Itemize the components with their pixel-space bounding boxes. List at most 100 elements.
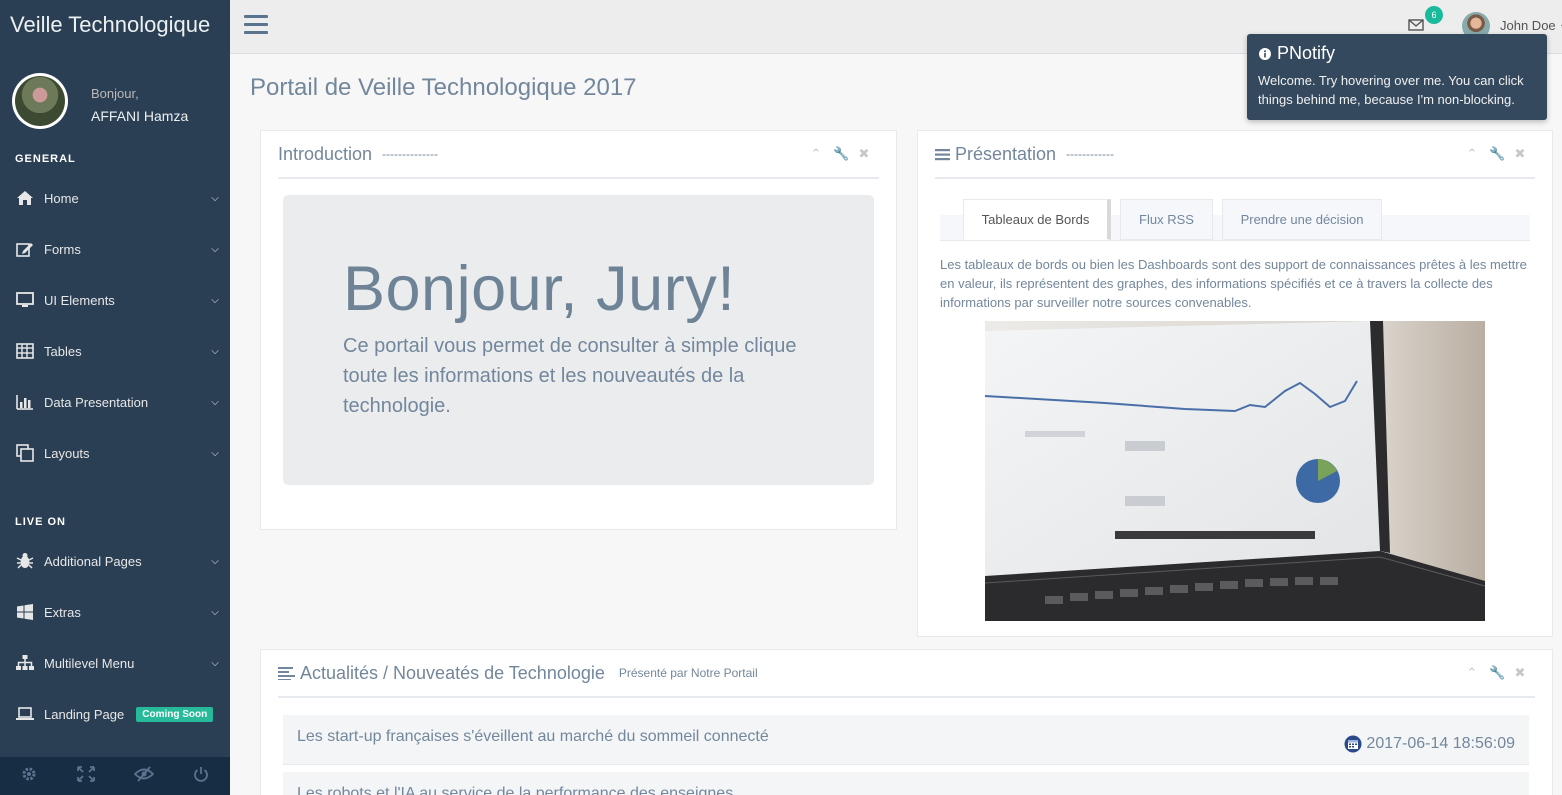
dashboard-laptop-image: [985, 321, 1485, 621]
app-title[interactable]: Veille Technologique: [0, 0, 230, 54]
sidebar-item-label: Multilevel Menu: [44, 655, 135, 671]
sidebar: Veille Technologique Bonjour, AFFANI Ham…: [0, 0, 230, 795]
intro-text: Ce portail vous permet de consulter à si…: [343, 335, 797, 417]
panel-title: Présentation: [955, 143, 1057, 164]
profile-block: Bonjour, AFFANI Hamza: [12, 73, 222, 133]
home-icon: [14, 190, 36, 206]
panel-subtitle: Présenté par Notre Portail: [618, 666, 758, 680]
power-icon: [193, 766, 209, 787]
panel-tools: ⌃ 🔧 ✖: [1465, 665, 1527, 681]
panel-header: Introduction -------------- ⌃ 🔧 ✖: [278, 131, 879, 179]
coming-soon-badge: Coming Soon: [136, 706, 214, 722]
sidebar-item-forms[interactable]: Forms ⌵: [0, 229, 230, 269]
sidebar-item-label: Data Presentation: [44, 394, 149, 410]
sidebar-item-layouts[interactable]: Layouts ⌵: [0, 433, 230, 473]
windows-icon: [14, 604, 36, 620]
sidebar-item-label: Landing Page: [44, 706, 125, 722]
desktop-icon: [14, 292, 36, 308]
collapse-icon[interactable]: ⌃: [1465, 665, 1479, 681]
list-item[interactable]: Les robots et l'IA au service de la perf…: [283, 772, 1529, 795]
sidebar-footer: [0, 757, 230, 795]
tab-flux-rss[interactable]: Flux RSS: [1120, 199, 1213, 240]
user-menu[interactable]: John Doe ▼: [1500, 18, 1562, 33]
close-icon[interactable]: ✖: [1513, 146, 1527, 162]
sidebar-item-multilevel-menu[interactable]: Multilevel Menu ⌵: [0, 643, 230, 683]
table-icon: [14, 343, 36, 359]
news-title[interactable]: Les robots et l'IA au service de la perf…: [297, 785, 733, 795]
chevron-down-icon: ⌵: [211, 345, 219, 357]
lock-button[interactable]: [115, 757, 173, 795]
section-title-live: LIVE ON: [15, 516, 67, 528]
news-date-text: 2017-06-14 18:56:09: [1366, 735, 1515, 752]
clone-icon: [14, 444, 36, 462]
sidebar-item-label: Layouts: [44, 445, 90, 461]
sitemap-icon: [14, 655, 36, 671]
tab-prendre-une-decision[interactable]: Prendre une décision: [1222, 199, 1382, 240]
list-item[interactable]: Les start-up françaises s'éveillent au m…: [283, 715, 1529, 765]
panel-title: Actualités / Nouveatés de Technologie: [300, 662, 605, 683]
logout-button[interactable]: [173, 757, 231, 795]
tab-divider: [940, 240, 1530, 241]
section-title-general: GENERAL: [15, 153, 76, 165]
close-icon[interactable]: ✖: [1513, 665, 1527, 681]
sidebar-item-landing-page[interactable]: Landing Page Coming Soon: [0, 694, 230, 734]
news-title[interactable]: Les start-up françaises s'éveillent au m…: [297, 728, 769, 746]
notification-title: PNotify: [1259, 43, 1335, 64]
bars-icon: [935, 148, 950, 161]
tab-content-text: Les tableaux de bords ou bien les Dashbo…: [940, 257, 1527, 310]
user-name: John Doe: [1500, 18, 1556, 33]
panel-tools: ⌃ 🔧 ✖: [1465, 146, 1527, 162]
chevron-down-icon: ⌵: [211, 192, 219, 204]
sidebar-item-label: UI Elements: [44, 292, 115, 308]
wrench-icon[interactable]: 🔧: [1489, 146, 1505, 162]
sidebar-item-ui-elements[interactable]: UI Elements ⌵: [0, 280, 230, 320]
pnotify-notification[interactable]: PNotify Welcome. Try hovering over me. Y…: [1247, 34, 1547, 120]
menu-toggle-icon[interactable]: [244, 15, 268, 35]
bug-icon: [14, 552, 36, 570]
presentation-panel: Présentation ------------ ⌃ 🔧 ✖ Tableaux…: [917, 130, 1553, 637]
info-icon: [1259, 47, 1271, 60]
intro-heading: Bonjour, Jury!: [343, 254, 736, 324]
sidebar-item-label: Additional Pages: [44, 553, 142, 569]
page-title: Portail de Veille Technologique 2017: [250, 74, 637, 101]
sidebar-item-label: Home: [44, 190, 79, 206]
chevron-down-icon: ⌵: [211, 657, 219, 669]
notification-text: Welcome. Try hovering over me. You can c…: [1258, 73, 1524, 107]
panel-tools: ⌃ 🔧 ✖: [809, 146, 871, 162]
chevron-down-icon: ⌵: [211, 447, 219, 459]
wrench-icon[interactable]: 🔧: [833, 146, 849, 162]
tab-tableaux-de-bords[interactable]: Tableaux de Bords: [963, 199, 1111, 240]
settings-button[interactable]: [0, 757, 58, 795]
news-panel: Actualités / Nouveatés de Technologie Pr…: [260, 649, 1553, 795]
laptop-icon: [14, 706, 36, 722]
sidebar-item-home[interactable]: Home ⌵: [0, 178, 230, 218]
panel-header: Actualités / Nouveatés de Technologie Pr…: [278, 650, 1535, 698]
wrench-icon[interactable]: 🔧: [1489, 665, 1505, 681]
align-left-icon: [278, 666, 295, 680]
sidebar-item-additional-pages[interactable]: Additional Pages ⌵: [0, 541, 230, 581]
avatar: [12, 73, 68, 129]
panel-title: Introduction: [278, 143, 373, 164]
sidebar-item-data-presentation[interactable]: Data Presentation ⌵: [0, 382, 230, 422]
chevron-down-icon: ⌵: [211, 396, 219, 408]
profile-greeting: Bonjour,: [91, 86, 139, 101]
intro-panel: Introduction -------------- ⌃ 🔧 ✖ Bonjou…: [260, 130, 897, 530]
sidebar-item-tables[interactable]: Tables ⌵: [0, 331, 230, 371]
eye-slash-icon: [133, 765, 155, 787]
sidebar-item-label: Forms: [44, 241, 81, 257]
news-date: 2017-06-14 18:56:09: [1344, 735, 1515, 753]
calendar-icon: [1344, 735, 1362, 753]
panel-subtitle: --------------: [382, 147, 439, 161]
bar-chart-icon: [14, 394, 36, 410]
chevron-down-icon: ⌵: [211, 294, 219, 306]
collapse-icon[interactable]: ⌃: [809, 146, 823, 162]
fullscreen-button[interactable]: [58, 757, 116, 795]
sidebar-item-extras[interactable]: Extras ⌵: [0, 592, 230, 632]
panel-header: Présentation ------------ ⌃ 🔧 ✖: [935, 131, 1535, 179]
tab-bar: Tableaux de Bords Flux RSS Prendre une d…: [940, 199, 1530, 240]
edit-icon: [14, 241, 36, 257]
close-icon[interactable]: ✖: [857, 146, 871, 162]
collapse-icon[interactable]: ⌃: [1465, 146, 1479, 162]
chevron-down-icon: ⌵: [211, 243, 219, 255]
notification-title-text: PNotify: [1277, 43, 1336, 63]
